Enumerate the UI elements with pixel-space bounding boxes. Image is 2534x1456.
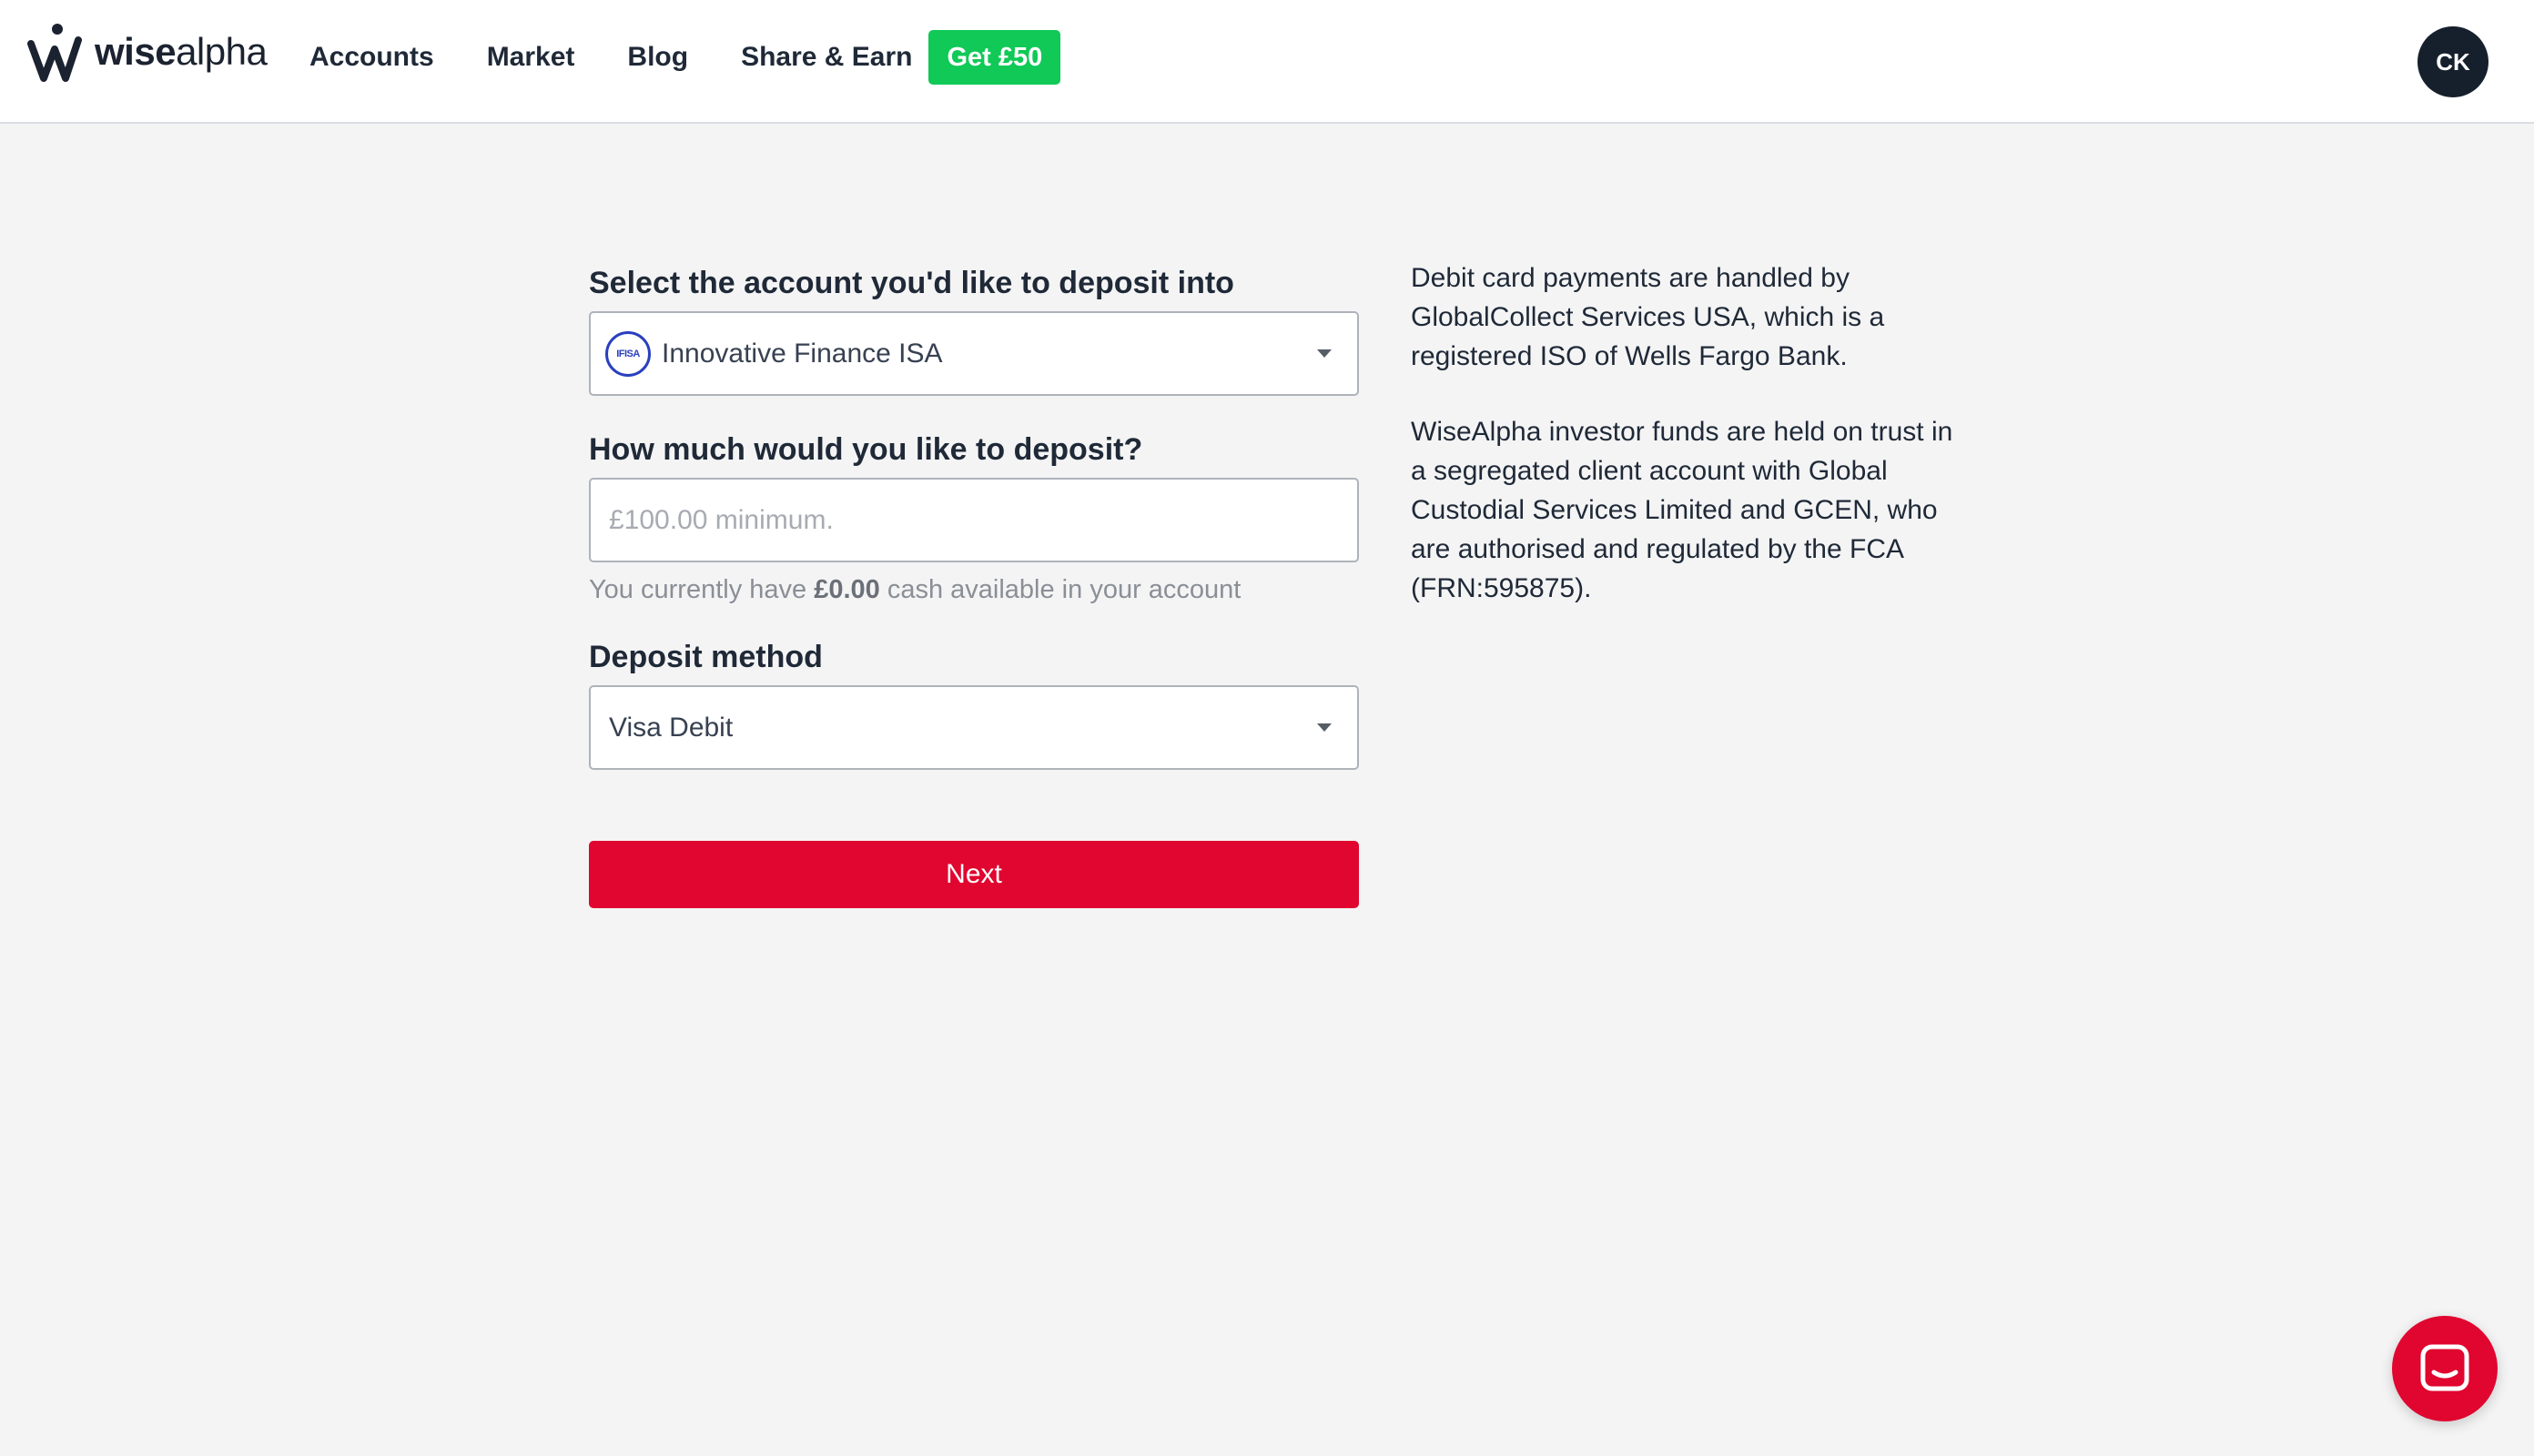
main-nav: Accounts Market Blog Share & Earn Get £5… <box>309 29 1061 86</box>
logo-text-light: alpha <box>176 30 268 73</box>
ifisa-badge-icon: IFISA <box>605 330 651 377</box>
helper-suffix: cash available in your account <box>887 575 1242 604</box>
chevron-down-icon <box>1317 349 1332 358</box>
chat-launcher-button[interactable] <box>2392 1316 2498 1421</box>
payment-info-panel: Debit card payments are handled by Globa… <box>1411 258 1957 608</box>
deposit-method-select[interactable]: Visa Debit <box>589 685 1359 770</box>
deposit-method-value: Visa Debit <box>609 712 734 743</box>
account-select-value: Innovative Finance ISA <box>662 338 943 369</box>
helper-prefix: You currently have <box>589 575 807 604</box>
deposit-form: Select the account you'd like to deposit… <box>589 255 1359 908</box>
logo-wordmark: wisealpha <box>95 30 268 74</box>
user-avatar[interactable]: CK <box>2417 26 2488 97</box>
wisealpha-logo-icon <box>27 24 82 82</box>
nav-market[interactable]: Market <box>487 42 575 73</box>
next-button[interactable]: Next <box>589 841 1359 908</box>
amount-label: How much would you like to deposit? <box>589 432 1143 467</box>
account-select-label: Select the account you'd like to deposit… <box>589 266 1234 300</box>
logo-text-bold: wise <box>95 30 177 73</box>
chat-bubble-icon <box>2420 1344 2469 1391</box>
chevron-down-icon <box>1317 723 1332 732</box>
cash-available-amount: £0.00 <box>814 575 880 604</box>
amount-input[interactable] <box>591 480 1357 561</box>
amount-field-wrapper <box>589 478 1359 562</box>
nav-blog[interactable]: Blog <box>627 42 688 73</box>
nav-accounts[interactable]: Accounts <box>309 42 434 73</box>
get-50-button[interactable]: Get £50 <box>928 30 1061 85</box>
deposit-method-label: Deposit method <box>589 640 823 674</box>
top-header: wisealpha Accounts Market Blog Share & E… <box>0 0 2534 124</box>
account-select[interactable]: IFISA Innovative Finance ISA <box>589 311 1359 396</box>
wisealpha-logo[interactable]: wisealpha <box>27 20 268 84</box>
payment-processor-info: Debit card payments are handled by Globa… <box>1411 263 1885 371</box>
nav-share-earn[interactable]: Share & Earn <box>741 42 912 73</box>
cash-available-text: You currently have £0.00 cash available … <box>589 575 1359 605</box>
funds-custody-info: WiseAlpha investor funds are held on tru… <box>1411 417 1953 603</box>
